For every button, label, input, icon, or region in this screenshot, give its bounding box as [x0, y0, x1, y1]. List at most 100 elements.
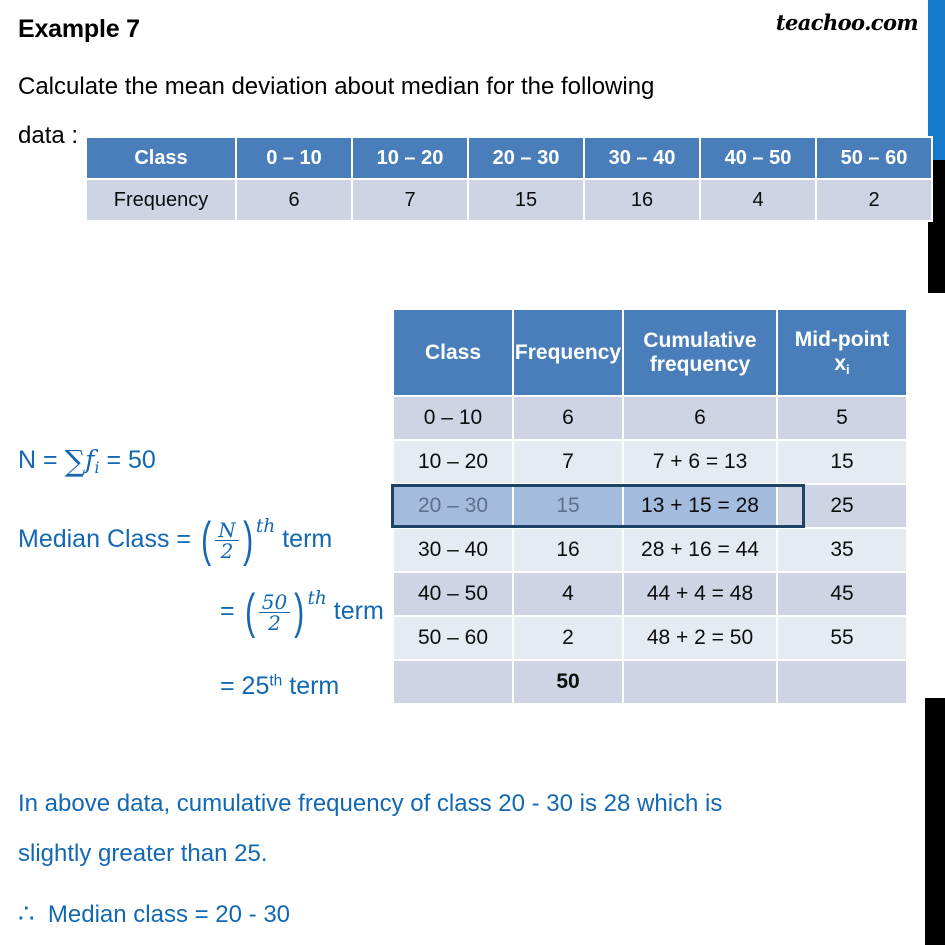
fraction-50-over-2: 50 2 [258, 589, 291, 634]
row-4-cumulative: 44 + 4 = 48 [624, 573, 776, 615]
formula-f-subscript: i [94, 458, 100, 477]
formula-n-label: N = [18, 446, 58, 474]
formula-eq50-superscript: th [307, 588, 327, 609]
question-frequency-50-60: 2 [817, 180, 931, 220]
formula-eq25-term: term [289, 672, 340, 700]
main-header-midpoint-symbol: x [834, 351, 847, 375]
question-frequency-30-40: 16 [585, 180, 699, 220]
row-0-midpoint: 5 [778, 397, 906, 439]
question-header-class-50-60: 50 – 60 [817, 138, 931, 178]
row-0-class: 0 – 10 [394, 397, 512, 439]
table-row: 10 – 20 7 7 + 6 = 13 15 [394, 441, 906, 483]
row-5-frequency: 2 [514, 617, 622, 659]
formula-eq50-term: term [333, 597, 384, 626]
row-5-midpoint: 55 [778, 617, 906, 659]
row-5-class: 50 – 60 [394, 617, 512, 659]
conclusion-line-3: ∴ Median class = 20 - 30 [18, 898, 290, 929]
row-2-class: 20 – 30 [394, 485, 512, 527]
question-frequency-0-10: 6 [237, 180, 351, 220]
fraction-numerator: 50 [261, 589, 288, 614]
table-row: 0 – 10 6 6 5 [394, 397, 906, 439]
total-frequency: 50 [514, 661, 622, 703]
right-edge-black-bar-bottom [925, 698, 945, 945]
row-3-cumulative: 28 + 16 = 44 [624, 529, 776, 571]
formula-median-substituted: = (50 2) th term [220, 584, 384, 639]
row-3-frequency: 16 [514, 529, 622, 571]
slide-canvas: Example 7 teachoo.com Calculate the mean… [0, 0, 945, 945]
question-frequency-20-30: 15 [469, 180, 583, 220]
row-4-midpoint: 45 [778, 573, 906, 615]
question-data-table: Class 0 – 10 10 – 20 20 – 30 30 – 40 40 … [85, 136, 933, 222]
summation-icon: ∑ [64, 444, 86, 478]
therefore-icon: ∴ [18, 898, 35, 928]
total-midpoint [778, 661, 906, 703]
row-4-frequency: 4 [514, 573, 622, 615]
formula-eq50-equals: = [220, 597, 235, 626]
brand-logo: teachoo.com [775, 10, 919, 35]
conclusion-line-2: slightly greater than 25. [18, 840, 268, 867]
question-header-class-0-10: 0 – 10 [237, 138, 351, 178]
formula-median-superscript: th [255, 516, 276, 537]
table-row-total: 50 [394, 661, 906, 703]
conclusion-line-1: In above data, cumulative frequency of c… [18, 790, 723, 817]
main-header-frequency: Frequency [514, 310, 622, 395]
question-header-class-40-50: 40 – 50 [701, 138, 815, 178]
fraction-n-over-2: N2 [215, 517, 239, 562]
question-header-class: Class [87, 138, 235, 178]
table-row: 50 – 60 2 48 + 2 = 50 55 [394, 617, 906, 659]
question-header-class-20-30: 20 – 30 [469, 138, 583, 178]
right-paren-icon: ) [242, 512, 253, 567]
main-header-midpoint-subscript: i [846, 361, 850, 377]
formula-median-result: = 25th term [220, 672, 339, 701]
question-table-frequency-row: Frequency 6 7 15 16 4 2 [87, 180, 931, 220]
formula-median-term: term [282, 525, 333, 554]
left-paren-icon: ( [201, 512, 212, 567]
question-text-line-2: data : [18, 122, 79, 149]
total-cumulative [624, 661, 776, 703]
question-text-line-1: Calculate the mean deviation about media… [18, 73, 655, 100]
main-table-header-row: Class Frequency Cumulative frequency Mid… [394, 310, 906, 395]
main-header-midpoint: Mid-point xi [778, 310, 906, 395]
fraction-numerator: N [218, 517, 236, 542]
cumulative-frequency-table: Class Frequency Cumulative frequency Mid… [392, 308, 908, 705]
row-1-class: 10 – 20 [394, 441, 512, 483]
row-3-midpoint: 35 [778, 529, 906, 571]
row-1-midpoint: 15 [778, 441, 906, 483]
question-frequency-10-20: 7 [353, 180, 467, 220]
row-0-cumulative: 6 [624, 397, 776, 439]
table-row: 40 – 50 4 44 + 4 = 48 45 [394, 573, 906, 615]
question-header-class-10-20: 10 – 20 [353, 138, 467, 178]
question-row-label-frequency: Frequency [87, 180, 235, 220]
row-5-cumulative: 48 + 2 = 50 [624, 617, 776, 659]
formula-n-value: 50 [128, 446, 156, 474]
main-header-cumulative-line-2: frequency [649, 352, 751, 376]
formula-total-frequency: N = ∑fi = 50 [18, 444, 156, 478]
table-row-median-class-highlighted: 20 – 30 15 13 + 15 = 28 25 [394, 485, 906, 527]
formula-median-label: Median Class = [18, 525, 191, 554]
fraction-denominator: 2 [215, 540, 239, 561]
total-class [394, 661, 512, 703]
formula-eq25-superscript: th [269, 672, 283, 690]
fraction-denominator: 2 [258, 612, 291, 633]
row-2-frequency: 15 [514, 485, 622, 527]
main-header-cumulative-line-1: Cumulative [643, 328, 757, 352]
formula-median-class: Median Class = (N 2) th term [18, 512, 333, 567]
row-1-frequency: 7 [514, 441, 622, 483]
row-1-cumulative: 7 + 6 = 13 [624, 441, 776, 483]
conclusion-median-class-text: Median class = 20 - 30 [47, 901, 291, 928]
main-header-midpoint-line-1: Mid-point [794, 328, 890, 352]
question-table-header-row: Class 0 – 10 10 – 20 20 – 30 30 – 40 40 … [87, 138, 931, 178]
row-4-class: 40 – 50 [394, 573, 512, 615]
formula-eq25-equals: = 25 [220, 672, 270, 700]
page-title: Example 7 [18, 15, 140, 43]
formula-n-equals: = [106, 446, 122, 474]
row-0-frequency: 6 [514, 397, 622, 439]
question-frequency-40-50: 4 [701, 180, 815, 220]
formula-f-symbol: f [85, 445, 95, 474]
question-header-class-30-40: 30 – 40 [585, 138, 699, 178]
table-row: 30 – 40 16 28 + 16 = 44 35 [394, 529, 906, 571]
row-2-midpoint: 25 [778, 485, 906, 527]
left-paren-icon: ( [244, 584, 255, 639]
main-header-class: Class [394, 310, 512, 395]
row-2-cumulative: 13 + 15 = 28 [624, 485, 776, 527]
